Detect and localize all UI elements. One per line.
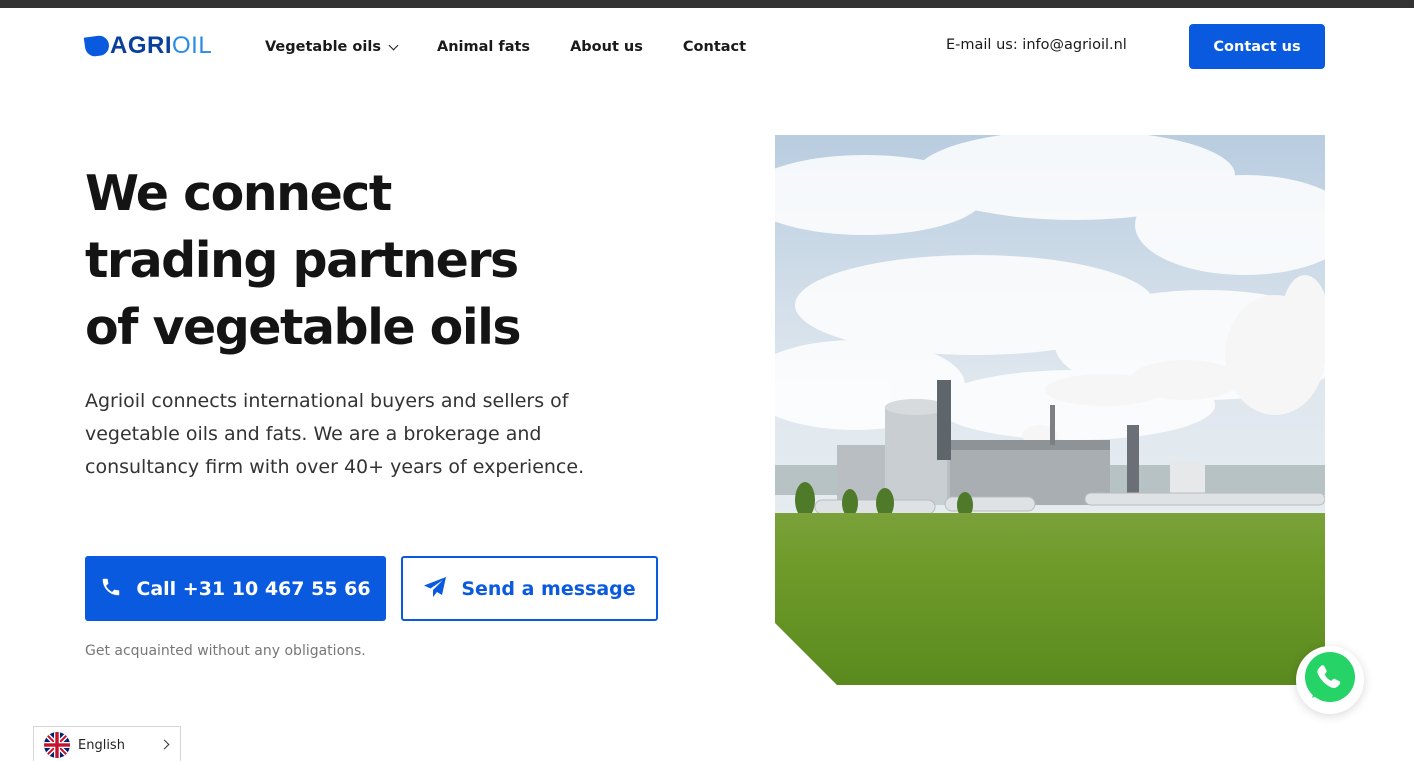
hero-image-factory xyxy=(775,135,1325,685)
chevron-right-icon xyxy=(159,739,170,750)
nav-label: Animal fats xyxy=(436,39,531,55)
call-button[interactable]: Call +31 10 467 55 66 xyxy=(85,556,386,621)
hero-title-line: trading partners xyxy=(85,232,519,289)
no-obligation-note: Get acquainted without any obligations. xyxy=(85,643,366,659)
nav-animal-fats[interactable]: Animal fats xyxy=(437,39,530,55)
uk-flag-icon xyxy=(44,732,70,758)
top-bar xyxy=(0,0,1414,8)
send-message-button[interactable]: Send a message xyxy=(401,556,658,621)
send-message-label: Send a message xyxy=(461,577,636,600)
nav-label: About us xyxy=(570,39,643,55)
hero-title-line: We connect xyxy=(85,165,392,222)
logo-drop-icon xyxy=(83,34,111,58)
nav-label: Contact xyxy=(682,39,747,55)
phone-icon xyxy=(100,576,122,602)
nav-vegetable-oils[interactable]: Vegetable oils xyxy=(265,39,399,55)
contact-us-button[interactable]: Contact us xyxy=(1189,24,1325,69)
email-link[interactable]: E-mail us: info@agrioil.nl xyxy=(946,37,1127,53)
logo-text: AGRIOIL xyxy=(110,32,213,59)
hero-description: Agrioil connects international buyers an… xyxy=(85,390,585,478)
language-selector[interactable]: English xyxy=(33,726,181,761)
chevron-down-icon xyxy=(388,40,399,50)
call-button-label: Call +31 10 467 55 66 xyxy=(136,577,371,600)
main-nav: Vegetable oils Animal fats About us Cont… xyxy=(265,36,746,58)
paper-plane-icon xyxy=(423,576,447,602)
whatsapp-button[interactable] xyxy=(1296,646,1364,714)
nav-contact[interactable]: Contact xyxy=(683,39,746,55)
nav-about-us[interactable]: About us xyxy=(570,39,643,55)
agrioil-logo[interactable]: AGRIOIL xyxy=(83,32,213,59)
whatsapp-icon xyxy=(1302,650,1358,710)
nav-label: Vegetable oils xyxy=(265,39,381,55)
language-label: English xyxy=(78,737,125,753)
hero-title: We connect trading partners of vegetable… xyxy=(85,160,645,361)
hero-title-line: of vegetable oils xyxy=(85,299,522,356)
